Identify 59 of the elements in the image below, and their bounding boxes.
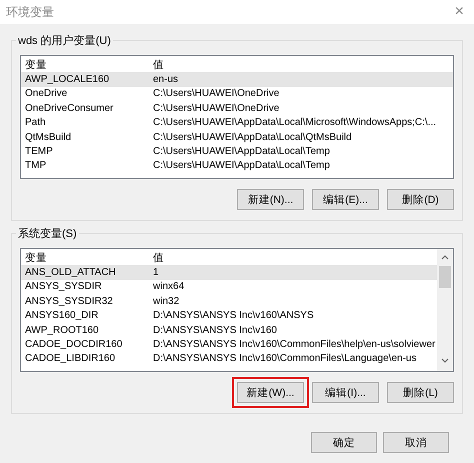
- variable-row[interactable]: TEMP C:\Users\HUAWEI\AppData\Local\Temp: [21, 144, 453, 159]
- variable-name: TEMP: [25, 146, 54, 158]
- variable-name: OneDrive: [25, 88, 68, 100]
- variable-value: win32: [153, 296, 180, 307]
- variable-name: ANSYS_SYSDIR: [25, 281, 103, 292]
- variable-row[interactable]: TMP C:\Users\HUAWEI\AppData\Local\Temp: [21, 158, 453, 174]
- window-title: 环境变量: [6, 4, 54, 20]
- variable-value: C:\Users\HUAWEI\AppData\Local\Microsoft\WindowsApps;C:\...: [153, 117, 438, 128]
- variable-value: D:\ANSYS\ANSYS Inc\v160: [153, 324, 278, 336]
- group-label: wds 的用户变量(U): [16, 33, 113, 48]
- variable-row[interactable]: AWP_ROOT160 D:\ANSYS\ANSYS Inc\v160: [21, 322, 437, 338]
- variable-value: D:\ANSYS\ANSYS Inc\v160\CommonFiles\Language\en-us: [153, 353, 418, 364]
- variable-value: C:\Users\HUAWEI\AppData\Local\Temp: [153, 160, 331, 172]
- group-label: 系统变量(S): [16, 226, 79, 241]
- column-header[interactable]: 值: [153, 251, 437, 266]
- variable-name: ANSYS160_DIR: [25, 310, 100, 322]
- variable-value: C:\Users\HUAWEI\AppData\Local\QtMsBuild: [153, 132, 353, 143]
- variable-row[interactable]: OneDriveConsumer C:\Users\HUAWEI\OneDrive: [21, 101, 453, 116]
- column-header[interactable]: 变量: [25, 251, 153, 266]
- action-button[interactable]: 新建(W)...: [237, 382, 304, 403]
- column-header[interactable]: 值: [153, 58, 453, 72]
- variable-row[interactable]: ANSYS160_DIR D:\ANSYS\ANSYS Inc\v160\ANSYS: [21, 308, 437, 323]
- variable-name: CADOE_DOCDIR160: [25, 339, 124, 350]
- variable-value: en-us: [153, 74, 180, 86]
- dialog-button[interactable]: 取消: [383, 432, 449, 453]
- close-button[interactable]: ×: [454, 3, 464, 21]
- variable-row[interactable]: ANSYS_SYSDIR32 win32: [21, 294, 437, 309]
- dialog-button[interactable]: 确定: [311, 432, 377, 453]
- variable-row[interactable]: ANSYS_SYSDIR winx64: [21, 280, 437, 294]
- variable-row[interactable]: OneDrive C:\Users\HUAWEI\OneDrive: [21, 86, 453, 102]
- variable-row[interactable]: CADOE_DOCDIR160 D:\ANSYS\ANSYS Inc\v160\CommonFiles\help\en-us\solviewer: [21, 337, 437, 352]
- variable-name: QtMsBuild: [25, 132, 72, 143]
- variable-name: AWP_ROOT160: [25, 324, 100, 336]
- variable-value: D:\ANSYS\ANSYS Inc\v160\CommonFiles\help\en-us\solviewer: [153, 339, 436, 350]
- variable-value: 1: [153, 267, 160, 278]
- action-button[interactable]: 删除(L): [387, 382, 454, 403]
- action-button[interactable]: 删除(D): [387, 189, 454, 210]
- variable-value: D:\ANSYS\ANSYS Inc\v160\ANSYS: [153, 310, 315, 322]
- action-button[interactable]: 编辑(I)...: [312, 382, 379, 403]
- variable-value: winx64: [153, 281, 186, 292]
- variable-row[interactable]: CADOE_LIBDIR160 D:\ANSYS\ANSYS Inc\v160\CommonFiles\Language\en-us: [21, 352, 437, 366]
- variable-value: C:\Users\HUAWEI\AppData\Local\Temp: [153, 146, 331, 158]
- variable-name: OneDriveConsumer: [25, 102, 114, 114]
- variable-name: ANS_OLD_ATTACH: [25, 267, 117, 278]
- variable-value: C:\Users\HUAWEI\OneDrive: [153, 88, 280, 100]
- variable-row[interactable]: Path C:\Users\HUAWEI\AppData\Local\Microsoft\WindowsApps;C:\...: [21, 116, 453, 130]
- scrollbar[interactable]: [437, 249, 453, 371]
- variable-name: Path: [25, 117, 47, 128]
- column-header[interactable]: 变量: [25, 58, 153, 72]
- action-button[interactable]: 新建(N)...: [237, 189, 304, 210]
- variable-row[interactable]: QtMsBuild C:\Users\HUAWEI\AppData\Local\QtMsBuild: [21, 130, 453, 144]
- variable-name: AWP_LOCALE160: [25, 74, 110, 86]
- variable-name: TMP: [25, 160, 48, 172]
- variable-name: CADOE_LIBDIR160: [25, 353, 116, 364]
- action-button[interactable]: 编辑(E)...: [312, 189, 379, 210]
- variable-row[interactable]: ANS_OLD_ATTACH 1: [21, 265, 437, 280]
- variable-name: ANSYS_SYSDIR32: [25, 296, 114, 307]
- variable-value: C:\Users\HUAWEI\OneDrive: [153, 102, 280, 114]
- variable-row[interactable]: AWP_LOCALE160 en-us: [21, 72, 453, 87]
